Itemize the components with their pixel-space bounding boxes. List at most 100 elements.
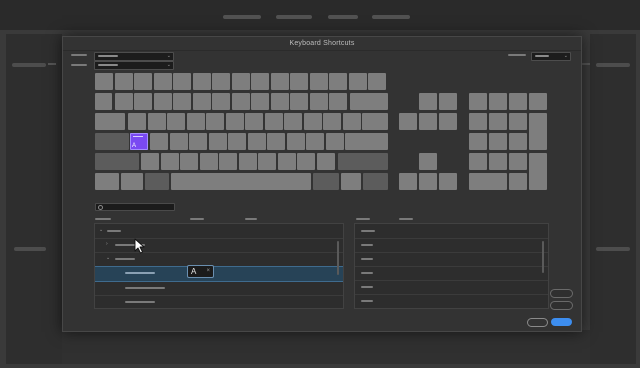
keyboard-key[interactable] xyxy=(306,133,324,150)
keyboard-key[interactable] xyxy=(350,93,388,110)
chevron-down-icon[interactable]: ⌄ xyxy=(106,256,110,261)
keyboard-key[interactable] xyxy=(270,73,289,90)
list-item[interactable] xyxy=(355,238,548,253)
keyboard-key[interactable] xyxy=(489,113,507,130)
keyboard-key[interactable] xyxy=(150,133,168,150)
keyboard-key[interactable] xyxy=(329,93,347,110)
keyboard-key[interactable] xyxy=(153,73,172,90)
keyboard-key[interactable] xyxy=(114,93,133,110)
keyboard-key[interactable] xyxy=(290,93,308,110)
keyboard-key[interactable] xyxy=(348,73,367,90)
keyboard-key[interactable] xyxy=(95,73,113,90)
keyboard-key[interactable] xyxy=(469,113,487,130)
keyboard-key[interactable] xyxy=(290,73,308,90)
list-item[interactable]: ⌄ xyxy=(95,224,343,239)
side-action-button[interactable] xyxy=(550,289,573,298)
keyboard-key[interactable] xyxy=(206,113,224,130)
keyboard-key[interactable] xyxy=(345,133,388,150)
keyboard-key[interactable] xyxy=(329,73,347,90)
keyboard-key[interactable] xyxy=(121,173,143,190)
keyboard-key[interactable] xyxy=(362,113,388,130)
keyboard-key[interactable] xyxy=(186,113,205,130)
keyboard-key[interactable] xyxy=(469,133,487,150)
keyboard-key[interactable] xyxy=(134,93,152,110)
chevron-down-icon[interactable]: ⌄ xyxy=(99,228,103,233)
keyboard-key[interactable] xyxy=(419,113,437,130)
keyboard-key[interactable] xyxy=(489,93,507,110)
keyboard-key[interactable] xyxy=(153,93,172,110)
keyboard-key[interactable] xyxy=(192,73,211,90)
keyboard-key[interactable] xyxy=(171,173,311,190)
list-item[interactable] xyxy=(355,280,548,295)
keyboard-key[interactable] xyxy=(270,93,289,110)
keyboard-key[interactable] xyxy=(489,153,507,170)
keyboard-key[interactable] xyxy=(173,73,191,90)
keyboard-key[interactable] xyxy=(212,93,230,110)
keyboard-key[interactable] xyxy=(368,73,386,90)
keyboard-key[interactable] xyxy=(95,153,139,170)
keyboard-key[interactable] xyxy=(147,113,166,130)
keyboard-key[interactable] xyxy=(251,73,269,90)
close-icon[interactable]: × xyxy=(206,267,210,276)
keyboard-key[interactable] xyxy=(267,133,285,150)
keyboard-key[interactable] xyxy=(128,113,146,130)
keyboard-key[interactable] xyxy=(489,133,507,150)
keyboard-key[interactable] xyxy=(363,173,388,190)
keyboard-key[interactable] xyxy=(192,93,211,110)
side-action-button[interactable] xyxy=(550,301,573,310)
keyboard-key[interactable] xyxy=(342,113,361,130)
keyboard-key[interactable] xyxy=(258,153,276,170)
shortcut-chip[interactable]: A × xyxy=(187,265,214,278)
keyboard-key[interactable] xyxy=(134,73,152,90)
list-item[interactable] xyxy=(95,295,343,309)
keyboard-key[interactable] xyxy=(509,153,527,170)
keyboard-key[interactable] xyxy=(141,153,159,170)
keyboard-key[interactable] xyxy=(439,173,457,190)
keyboard-key[interactable] xyxy=(247,133,266,150)
keyboard-key[interactable] xyxy=(180,153,198,170)
keyboard-key[interactable] xyxy=(277,153,296,170)
keyboard-key[interactable] xyxy=(219,153,237,170)
keyboard-key[interactable] xyxy=(469,153,487,170)
list-item[interactable] xyxy=(355,294,548,308)
keyboard-key[interactable] xyxy=(245,113,263,130)
keyboard-key[interactable] xyxy=(338,153,388,170)
keyboard-key[interactable] xyxy=(228,133,246,150)
keyboard-key[interactable] xyxy=(469,93,487,110)
keyboard-key[interactable] xyxy=(199,153,218,170)
keyboard-key[interactable] xyxy=(325,133,344,150)
keyboard-key[interactable] xyxy=(231,93,250,110)
keyboard-key[interactable] xyxy=(167,113,185,130)
keyboard-key[interactable] xyxy=(297,153,315,170)
keyboard-key[interactable] xyxy=(341,173,361,190)
cancel-button[interactable] xyxy=(527,318,548,327)
assigned-key-a[interactable]: A xyxy=(130,133,148,150)
command-search-input[interactable] xyxy=(95,203,175,211)
keyboard-key[interactable] xyxy=(95,93,112,110)
keyboard-key[interactable] xyxy=(509,133,527,150)
keyboard-key[interactable] xyxy=(529,153,547,190)
keyboard-key[interactable] xyxy=(212,73,230,90)
commands-scrollbar[interactable] xyxy=(337,241,339,275)
keyboard-key[interactable] xyxy=(284,113,302,130)
keyboard-key[interactable] xyxy=(225,113,244,130)
keyboard-key[interactable] xyxy=(419,93,437,110)
list-item[interactable] xyxy=(355,266,548,281)
keyboard-key[interactable] xyxy=(399,113,417,130)
list-item[interactable]: › xyxy=(95,238,343,253)
keyboard-key[interactable] xyxy=(316,153,335,170)
keyboard-key[interactable] xyxy=(399,173,417,190)
keyboard-key[interactable] xyxy=(169,133,188,150)
keyboard-key[interactable] xyxy=(114,73,133,90)
keyboard-key[interactable] xyxy=(231,73,250,90)
keyboard-key[interactable] xyxy=(323,113,341,130)
keyboard-key[interactable] xyxy=(189,133,207,150)
keyboard-key[interactable] xyxy=(264,113,283,130)
key-commands-scrollbar[interactable] xyxy=(542,241,544,273)
keyboard-key[interactable] xyxy=(509,113,527,130)
keyboard-key[interactable] xyxy=(419,173,437,190)
keyboard-key[interactable] xyxy=(313,173,339,190)
list-item[interactable]: ⌄ xyxy=(95,252,343,267)
keyboard-key[interactable] xyxy=(95,133,129,150)
keyboard-key[interactable] xyxy=(529,93,547,110)
